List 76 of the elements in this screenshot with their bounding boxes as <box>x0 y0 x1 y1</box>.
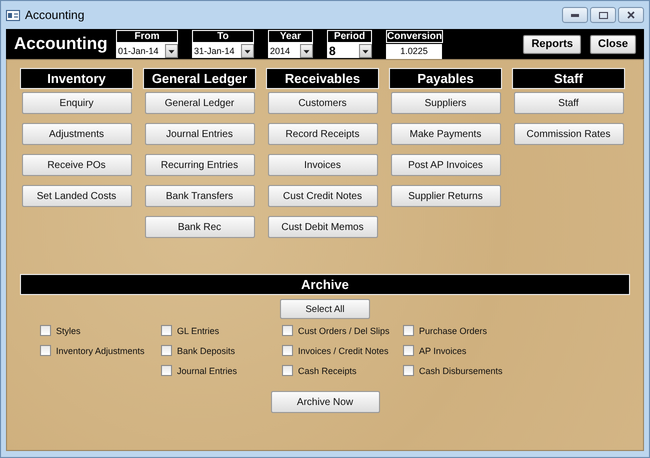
menu-button[interactable]: Make Payments <box>390 123 500 145</box>
checkbox[interactable] <box>40 345 51 356</box>
checkbox[interactable] <box>40 325 51 336</box>
menu-button[interactable]: Set Landed Costs <box>22 185 132 207</box>
menu-button[interactable]: Bank Rec <box>144 216 254 238</box>
menu-button[interactable]: Journal Entries <box>144 123 254 145</box>
dropdown-field[interactable]: 31-Jan-14 <box>192 43 254 58</box>
form-title: Accounting <box>14 34 108 54</box>
archive-now-button[interactable]: Archive Now <box>270 391 380 413</box>
menu-button[interactable]: Record Receipts <box>268 123 378 145</box>
menu-button[interactable]: Suppliers <box>390 92 500 114</box>
conversion-field[interactable]: 1.0225 <box>386 44 442 58</box>
checkbox-label: Journal Entries <box>177 366 238 376</box>
checkbox[interactable] <box>161 365 172 376</box>
filter-label: Conversion <box>386 30 444 42</box>
dropdown-value: 01-Jan-14 <box>117 46 160 56</box>
checkbox-label: Inventory Adjustments <box>56 346 145 356</box>
close-button[interactable] <box>618 7 644 23</box>
minimize-icon <box>571 14 579 16</box>
select-all-button[interactable]: Select All <box>280 299 370 319</box>
menu-button[interactable]: Receive POs <box>22 154 132 176</box>
checkbox[interactable] <box>161 325 172 336</box>
filter-label: To <box>192 30 254 43</box>
filter-label: Year <box>268 30 313 43</box>
conversion-value: 1.0225 <box>399 46 429 56</box>
section-header: Payables <box>389 68 502 89</box>
menu-button[interactable]: Commission Rates <box>514 123 624 145</box>
checkbox-label: Invoices / Credit Notes <box>298 346 389 356</box>
dropdown-field[interactable]: 8 <box>327 43 372 58</box>
checkbox[interactable] <box>161 345 172 356</box>
checkbox-label: Styles <box>56 326 81 336</box>
menu-button[interactable]: Supplier Returns <box>390 185 500 207</box>
maximize-button[interactable] <box>590 7 616 23</box>
menu-button[interactable]: Staff <box>514 92 624 114</box>
menu-button[interactable]: Recurring Entries <box>144 154 254 176</box>
dropdown-field[interactable]: 01-Jan-14 <box>116 43 178 58</box>
filter-label: Period <box>327 30 372 43</box>
menu-button[interactable]: Cust Credit Notes <box>268 185 378 207</box>
minimize-button[interactable] <box>562 7 588 23</box>
checkbox[interactable] <box>403 345 414 356</box>
header-button[interactable]: Reports <box>523 34 582 54</box>
checkbox[interactable] <box>282 325 293 336</box>
maximize-icon <box>598 12 608 18</box>
window-title: Accounting <box>25 8 84 22</box>
checkbox[interactable] <box>403 365 414 376</box>
checkbox-label: GL Entries <box>177 326 220 336</box>
menu-button[interactable]: General Ledger <box>144 92 254 114</box>
dropdown-value: 2014 <box>269 46 292 56</box>
menu-button[interactable]: Enquiry <box>22 92 132 114</box>
checkbox[interactable] <box>403 325 414 336</box>
close-icon <box>627 11 635 19</box>
checkbox[interactable] <box>282 345 293 356</box>
archive-header: Archive <box>20 274 630 295</box>
dropdown-value: 31-Jan-14 <box>193 46 236 56</box>
section-header: Inventory <box>20 68 133 89</box>
menu-button[interactable]: Adjustments <box>22 123 132 145</box>
menu-button[interactable]: Bank Transfers <box>144 185 254 207</box>
menu-button[interactable]: Cust Debit Memos <box>268 216 378 238</box>
dropdown-field[interactable]: 2014 <box>268 43 313 58</box>
section-header: Receivables <box>266 68 379 89</box>
checkbox-label: Bank Deposits <box>177 346 236 356</box>
checkbox-label: Purchase Orders <box>419 326 488 336</box>
section-header: Staff <box>512 68 625 89</box>
section-header: General Ledger <box>143 68 256 89</box>
checkbox-label: Cust Orders / Del Slips <box>298 326 390 336</box>
menu-button[interactable]: Customers <box>268 92 378 114</box>
checkbox-label: Cash Receipts <box>298 366 357 376</box>
checkbox[interactable] <box>282 365 293 376</box>
dropdown-value: 8 <box>328 44 337 58</box>
menu-button[interactable]: Post AP Invoices <box>390 154 500 176</box>
checkbox-label: Cash Disbursements <box>419 366 503 376</box>
header-button[interactable]: Close <box>590 34 636 54</box>
menu-button[interactable]: Invoices <box>268 154 378 176</box>
filter-label: From <box>116 30 178 43</box>
app-icon <box>6 10 20 20</box>
checkbox-label: AP Invoices <box>419 346 466 356</box>
